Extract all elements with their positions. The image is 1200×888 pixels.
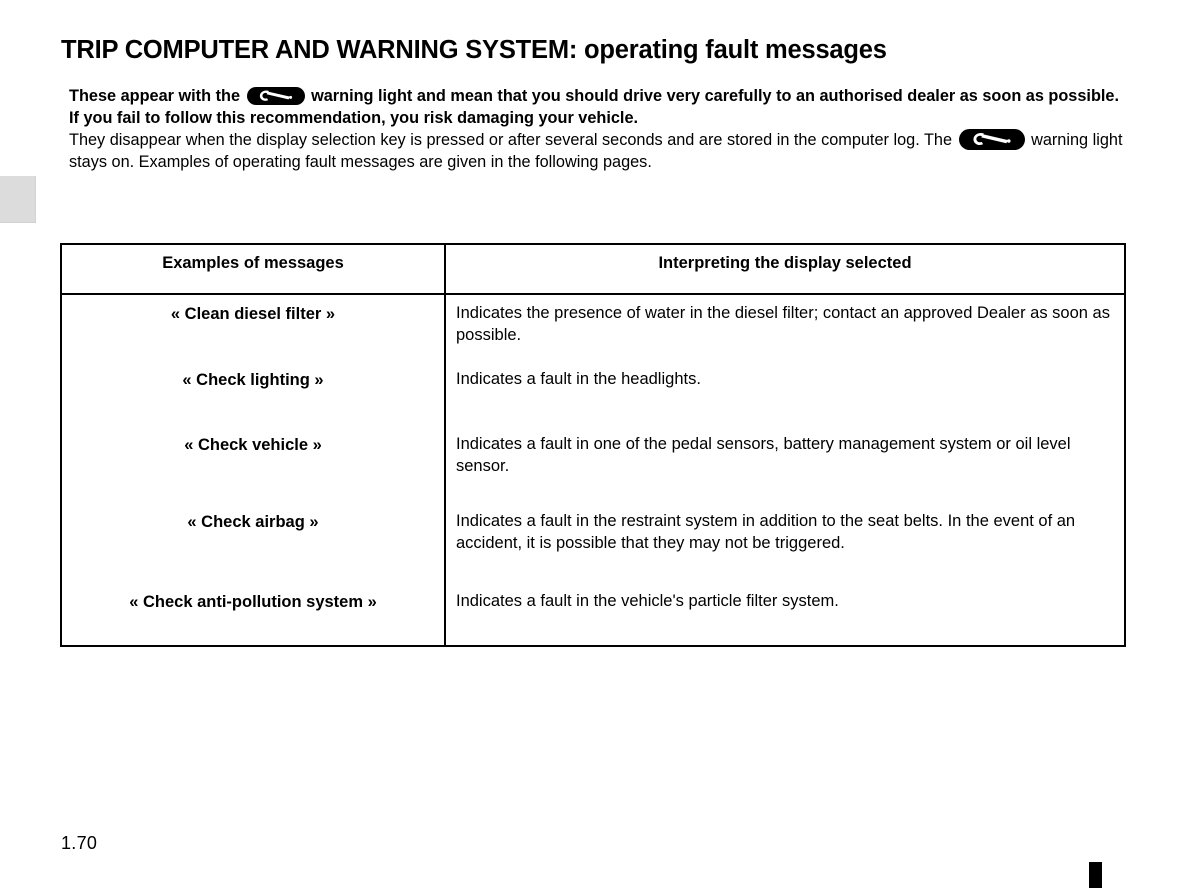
wrench-warning-light-icon	[246, 87, 305, 105]
page-title: TRIP COMPUTER AND WARNING SYSTEM: operat…	[61, 36, 887, 65]
intro-plain-before-icon: They disappear when the display selectio…	[69, 131, 952, 149]
table-header-row: Examples of messages Interpreting the di…	[62, 245, 1124, 293]
intro-bold-before-icon: These appear with the	[69, 87, 240, 105]
table-cell-message: « Clean diesel filter »	[170, 305, 336, 323]
table-header-interpretation: Interpreting the display selected	[658, 254, 912, 272]
intro-paragraph-bold: These appear with the warning light and …	[69, 86, 1131, 129]
table-header-messages: Examples of messages	[162, 254, 344, 272]
table-cell-description: Indicates a fault in the restraint syste…	[456, 512, 1076, 552]
manual-page: TRIP COMPUTER AND WARNING SYSTEM: operat…	[0, 0, 1200, 888]
intro-text-block: These appear with the warning light and …	[69, 86, 1131, 173]
table-cell-message: « Check lighting »	[182, 371, 324, 389]
table-cell-description: Indicates the presence of water in the d…	[456, 304, 1110, 344]
fault-messages-table: Examples of messages Interpreting the di…	[60, 243, 1126, 647]
table-cell-message: « Check vehicle »	[184, 436, 322, 454]
section-tab-marker-left	[0, 176, 36, 223]
table-cell-description: Indicates a fault in the headlights.	[456, 370, 701, 388]
table-cell-message: « Check anti-pollution system »	[129, 593, 377, 611]
table-cell-message: « Check airbag »	[187, 513, 319, 531]
table-cell-description: Indicates a fault in the vehicle's parti…	[456, 592, 839, 610]
section-tab-marker-bottom-right	[1089, 862, 1102, 888]
intro-paragraph-plain: They disappear when the display selectio…	[69, 129, 1131, 173]
table-cell-description: Indicates a fault in one of the pedal se…	[456, 435, 1071, 475]
page-number: 1.70	[61, 833, 98, 853]
wrench-warning-light-icon-large	[958, 129, 1025, 150]
table-body: « Clean diesel filter » Indicates the pr…	[62, 295, 1124, 645]
